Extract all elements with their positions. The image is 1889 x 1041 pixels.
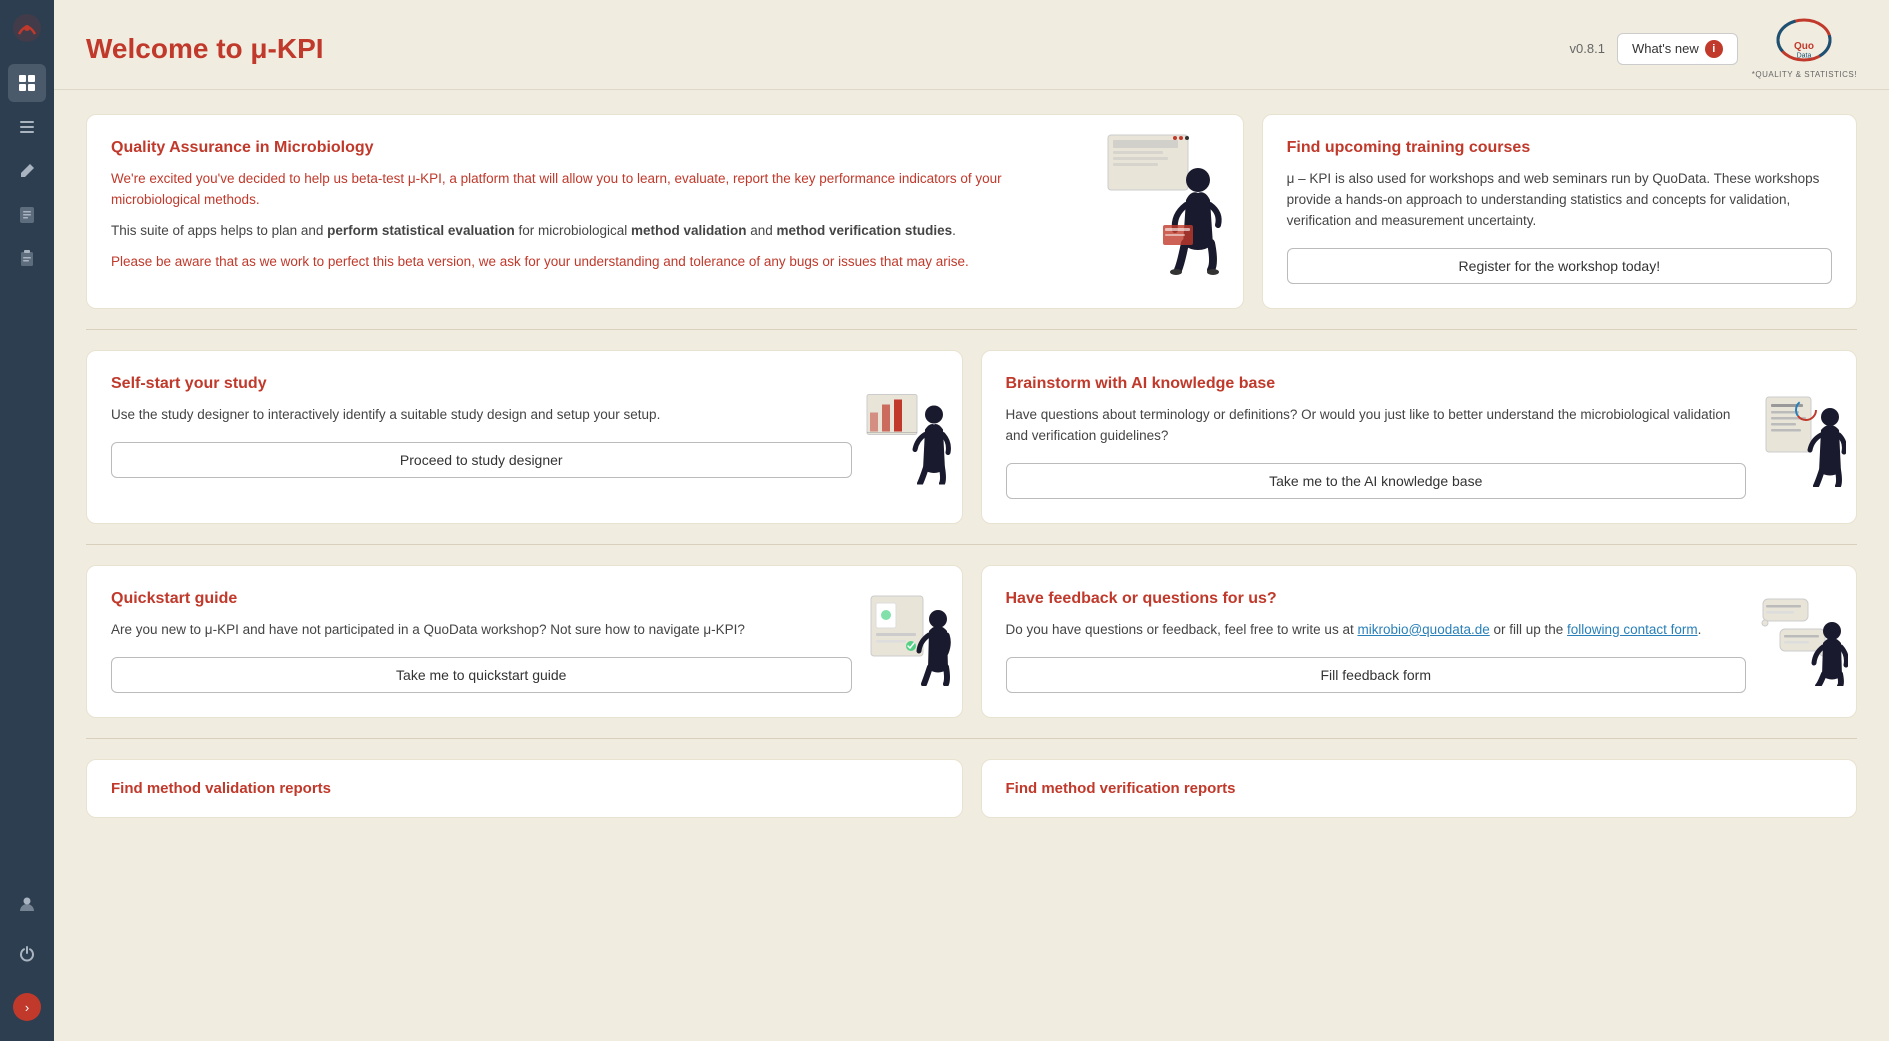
- study-card: Self-start your study Use the study desi…: [86, 350, 963, 524]
- ai-card-title: Brainstorm with AI knowledge base: [1006, 375, 1747, 393]
- sidebar: ›: [0, 0, 54, 1041]
- ai-knowledge-button[interactable]: Take me to the AI knowledge base: [1006, 463, 1747, 499]
- sidebar-bottom: ›: [8, 885, 46, 1031]
- sidebar-item-clipboard[interactable]: [8, 240, 46, 278]
- version-label: v0.8.1: [1570, 41, 1605, 56]
- quickstart-button[interactable]: Take me to quickstart guide: [111, 657, 852, 693]
- sidebar-item-power[interactable]: [8, 935, 46, 973]
- whats-new-button[interactable]: What's new i: [1617, 33, 1738, 65]
- validation-card: Find method validation reports: [86, 759, 963, 818]
- sidebar-item-edit[interactable]: [8, 152, 46, 190]
- divider-1: [86, 329, 1857, 330]
- training-card-title: Find upcoming training courses: [1287, 139, 1832, 157]
- sidebar-expand-button[interactable]: ›: [13, 993, 41, 1021]
- whats-new-badge: i: [1705, 40, 1723, 58]
- page-title: Welcome to μ-KPI: [86, 33, 1570, 65]
- intro-illustration: [1103, 125, 1233, 285]
- feedback-card-title: Have feedback or questions for us?: [1006, 590, 1747, 608]
- feedback-card-text: Do you have questions or feedback, feel …: [1006, 620, 1747, 641]
- divider-3: [86, 738, 1857, 739]
- verification-card-title: Find method verification reports: [1006, 780, 1833, 797]
- feedback-email: mikrobio@quodata.de: [1357, 622, 1489, 637]
- content-area: Quality Assurance in Microbiology We're …: [54, 90, 1889, 850]
- intro-text-1: We're excited you've decided to help us …: [111, 169, 1093, 211]
- study-designer-button[interactable]: Proceed to study designer: [111, 442, 852, 478]
- verification-card: Find method verification reports: [981, 759, 1858, 818]
- whats-new-label: What's new: [1632, 41, 1699, 56]
- quickstart-card-text: Are you new to μ-KPI and have not partic…: [111, 620, 852, 641]
- quickstart-illustration: [866, 591, 954, 691]
- sidebar-item-list[interactable]: [8, 108, 46, 146]
- sidebar-item-user[interactable]: [8, 885, 46, 923]
- svg-text:Data: Data: [1797, 52, 1812, 59]
- quodata-logo: Quo Data *QUALITY & STATISTICS!: [1752, 18, 1857, 79]
- svg-text:Quo: Quo: [1794, 41, 1814, 52]
- contact-form-link[interactable]: following contact form: [1567, 622, 1698, 637]
- quickstart-card-title: Quickstart guide: [111, 590, 852, 608]
- page-header: Welcome to μ-KPI v0.8.1 What's new i Quo…: [54, 0, 1889, 90]
- feedback-form-button[interactable]: Fill feedback form: [1006, 657, 1747, 693]
- row-bottom: Find method validation reports Find meth…: [86, 759, 1857, 826]
- feedback-card: Have feedback or questions for us? Do yo…: [981, 565, 1858, 718]
- training-card-text: μ – KPI is also used for workshops and w…: [1287, 169, 1832, 232]
- ai-illustration: [1756, 382, 1846, 492]
- intro-card: Quality Assurance in Microbiology We're …: [86, 114, 1244, 309]
- main-content: Welcome to μ-KPI v0.8.1 What's new i Quo…: [54, 0, 1889, 1041]
- ai-card: Brainstorm with AI knowledge base Have q…: [981, 350, 1858, 524]
- intro-card-title: Quality Assurance in Microbiology: [111, 139, 1093, 157]
- training-card: Find upcoming training courses μ – KPI i…: [1262, 114, 1857, 309]
- validation-card-title: Find method validation reports: [111, 780, 938, 797]
- feedback-illustration: [1760, 591, 1848, 691]
- sidebar-item-dashboard[interactable]: [8, 64, 46, 102]
- register-workshop-button[interactable]: Register for the workshop today!: [1287, 248, 1832, 284]
- sidebar-item-reports[interactable]: [8, 196, 46, 234]
- row-intro: Quality Assurance in Microbiology We're …: [86, 114, 1857, 309]
- row-study-ai: Self-start your study Use the study desi…: [86, 350, 1857, 524]
- study-card-title: Self-start your study: [111, 375, 852, 393]
- quickstart-card: Quickstart guide Are you new to μ-KPI an…: [86, 565, 963, 718]
- intro-text-3: Please be aware that as we work to perfe…: [111, 252, 1093, 273]
- row-quickstart-feedback: Quickstart guide Are you new to μ-KPI an…: [86, 565, 1857, 718]
- divider-2: [86, 544, 1857, 545]
- intro-text-2: This suite of apps helps to plan and per…: [111, 221, 1093, 242]
- sidebar-logo: [9, 10, 45, 46]
- ai-card-text: Have questions about terminology or defi…: [1006, 405, 1747, 447]
- study-card-text: Use the study designer to interactively …: [111, 405, 852, 426]
- study-illustration: [862, 384, 952, 489]
- quodata-tagline: *QUALITY & STATISTICS!: [1752, 70, 1857, 79]
